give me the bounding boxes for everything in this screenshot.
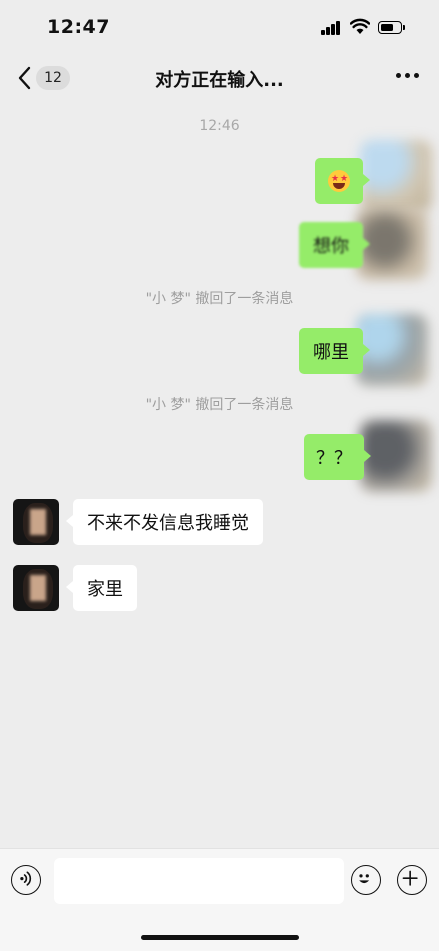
message-text: 哪里: [313, 342, 349, 363]
star-struck-emoji-icon: ★ ★: [328, 170, 350, 192]
cellular-signal-icon: [321, 21, 343, 35]
incoming-message-bubble[interactable]: 不来不发信息我睡觉: [66, 499, 263, 545]
incoming-message-bubble[interactable]: 家里: [66, 565, 137, 611]
more-functions-button[interactable]: [397, 865, 427, 895]
outgoing-message-bubble[interactable]: ？？: [304, 434, 371, 480]
voice-icon: [20, 871, 32, 886]
message-text: ？？: [316, 448, 352, 469]
voice-input-button[interactable]: [11, 865, 41, 895]
message-timestamp: 12:46: [199, 118, 240, 134]
outgoing-message-bubble[interactable]: 哪里: [299, 328, 370, 374]
chat-header: 12 对方正在输入...: [0, 56, 439, 100]
smile-icon: [359, 874, 370, 884]
outgoing-message-bubble[interactable]: ★ ★: [315, 158, 370, 204]
wifi-icon: [350, 18, 370, 34]
home-indicator: [141, 935, 299, 940]
contact-avatar[interactable]: [13, 499, 59, 545]
message-text: 家里: [87, 579, 123, 600]
status-bar: 12:47: [0, 0, 439, 56]
emoji-button[interactable]: [351, 865, 381, 895]
self-avatar-blurred: [360, 140, 432, 212]
recall-notice: "小 梦" 撤回了一条消息: [145, 291, 294, 307]
input-bar: [0, 848, 439, 951]
message-text: 不来不发信息我睡觉: [87, 513, 249, 534]
chat-title: 对方正在输入...: [155, 70, 284, 91]
status-time: 12:47: [47, 16, 110, 38]
battery-icon: [378, 21, 406, 35]
recall-notice: "小 梦" 撤回了一条消息: [145, 397, 294, 413]
outgoing-message-bubble[interactable]: 想你: [299, 222, 370, 268]
message-input[interactable]: [54, 858, 344, 904]
plus-icon: [402, 870, 418, 886]
more-options-icon[interactable]: [396, 73, 420, 81]
contact-avatar[interactable]: [13, 565, 59, 611]
message-text: 想你: [313, 236, 349, 257]
